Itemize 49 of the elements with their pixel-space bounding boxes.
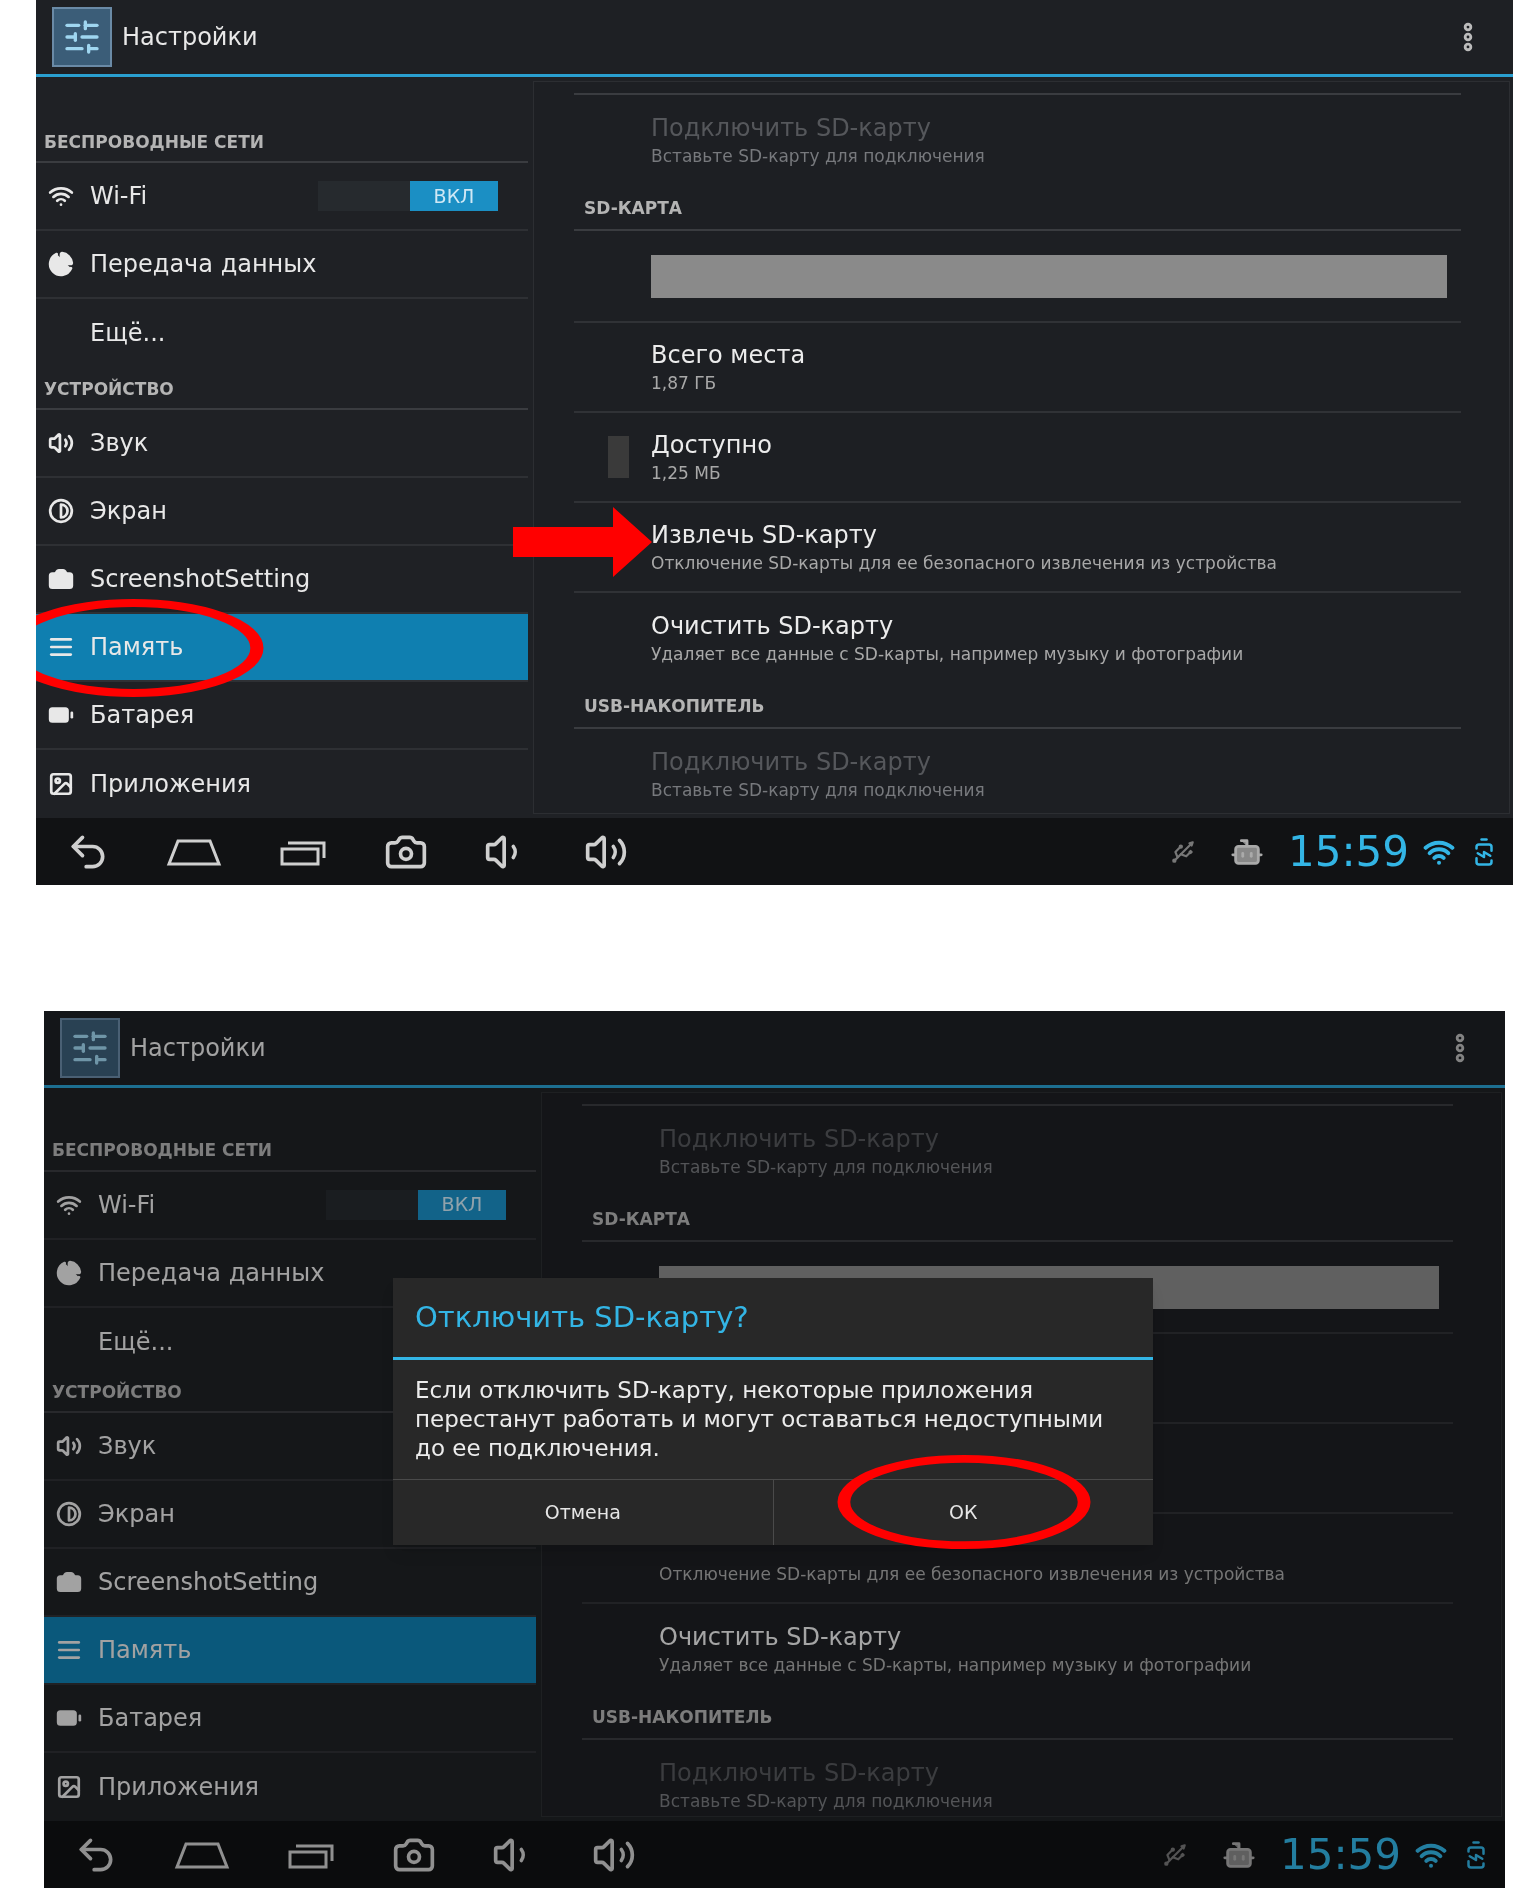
sidebar-item[interactable]: Экран (44, 1481, 536, 1547)
settings-item[interactable]: Очистить SD-карту Удаляет все данные с SD-карты, например музыку и фотографии (651, 610, 1244, 666)
image-icon (48, 771, 74, 797)
sidebar-item[interactable]: Звук (36, 410, 528, 476)
section-header: УСТРОЙСТВО (52, 1380, 182, 1404)
sidebar-item[interactable]: Передача данных (36, 231, 528, 298)
image-icon (56, 1774, 82, 1800)
settings-item[interactable]: Извлечь SD-карту Отключение SD-карты для ее безопасного извлечения из устройства (651, 519, 1278, 575)
window-title: Настройки (130, 1033, 266, 1064)
sidebar-item[interactable]: Приложения (44, 1753, 536, 1821)
section-header: USB-НАКОПИТЕЛЬ (584, 694, 765, 718)
settings-item[interactable]: Доступно 1,25 МБ (651, 429, 772, 485)
sidebar-item[interactable]: ScreenshotSetting (36, 546, 528, 612)
clock: 15:59 (1279, 1829, 1401, 1881)
settings-app-icon (52, 7, 112, 67)
sidebar-item[interactable]: Wi-Fi ВКЛ (36, 163, 528, 230)
sidebar-item[interactable]: Приложения (36, 750, 528, 818)
section-header: УСТРОЙСТВО (44, 377, 174, 401)
section-header: SD-КАРТА (592, 1207, 690, 1231)
brightness-icon (56, 1501, 82, 1527)
settings-item: Подключить SD-карту Вставьте SD-карту для подключения (651, 747, 985, 802)
sidebar-item[interactable]: Батарея (36, 682, 528, 748)
speaker-icon (56, 1433, 82, 1459)
section-header: SD-КАРТА (584, 196, 682, 220)
sidebar-item[interactable]: Батарея (44, 1685, 536, 1751)
sidebar-item[interactable]: Wi-Fi ВКЛ (44, 1171, 536, 1238)
usb-icon (1161, 1841, 1188, 1868)
section-header: БЕСПРОВОДНЫЕ СЕТИ (44, 130, 265, 154)
clock: 15:59 (1287, 826, 1409, 878)
section-header: USB-НАКОПИТЕЛЬ (592, 1705, 773, 1729)
settings-item[interactable]: Всего места 1,87 ГБ (651, 339, 806, 395)
sidebar-item[interactable]: Передача данных (44, 1239, 536, 1306)
sidebar-item[interactable]: ScreenshotSetting (44, 1549, 536, 1615)
sidebar-item[interactable]: Ещё... (36, 299, 528, 368)
window-title: Настройки (122, 22, 258, 53)
section-header: БЕСПРОВОДНЫЕ СЕТИ (52, 1139, 273, 1162)
dialog-button[interactable]: ОК (773, 1480, 1153, 1545)
speaker-icon (48, 430, 74, 456)
brightness-icon (48, 498, 74, 524)
sidebar-item[interactable]: Память (36, 614, 528, 680)
settings-item[interactable]: Очистить SD-карту Удаляет все данные с SD-карты, например музыку и фотографии (659, 1621, 1252, 1677)
camera-icon (48, 566, 74, 592)
settings-item: Подключить SD-карту Вставьте SD-карту для подключения (651, 113, 985, 168)
camera-icon (56, 1569, 82, 1595)
settings-app-icon (60, 1018, 120, 1078)
sidebar-item[interactable]: Экран (36, 478, 528, 544)
pie-chart-icon (48, 251, 74, 278)
pie-chart-icon (56, 1259, 82, 1286)
usb-icon (1169, 838, 1196, 865)
